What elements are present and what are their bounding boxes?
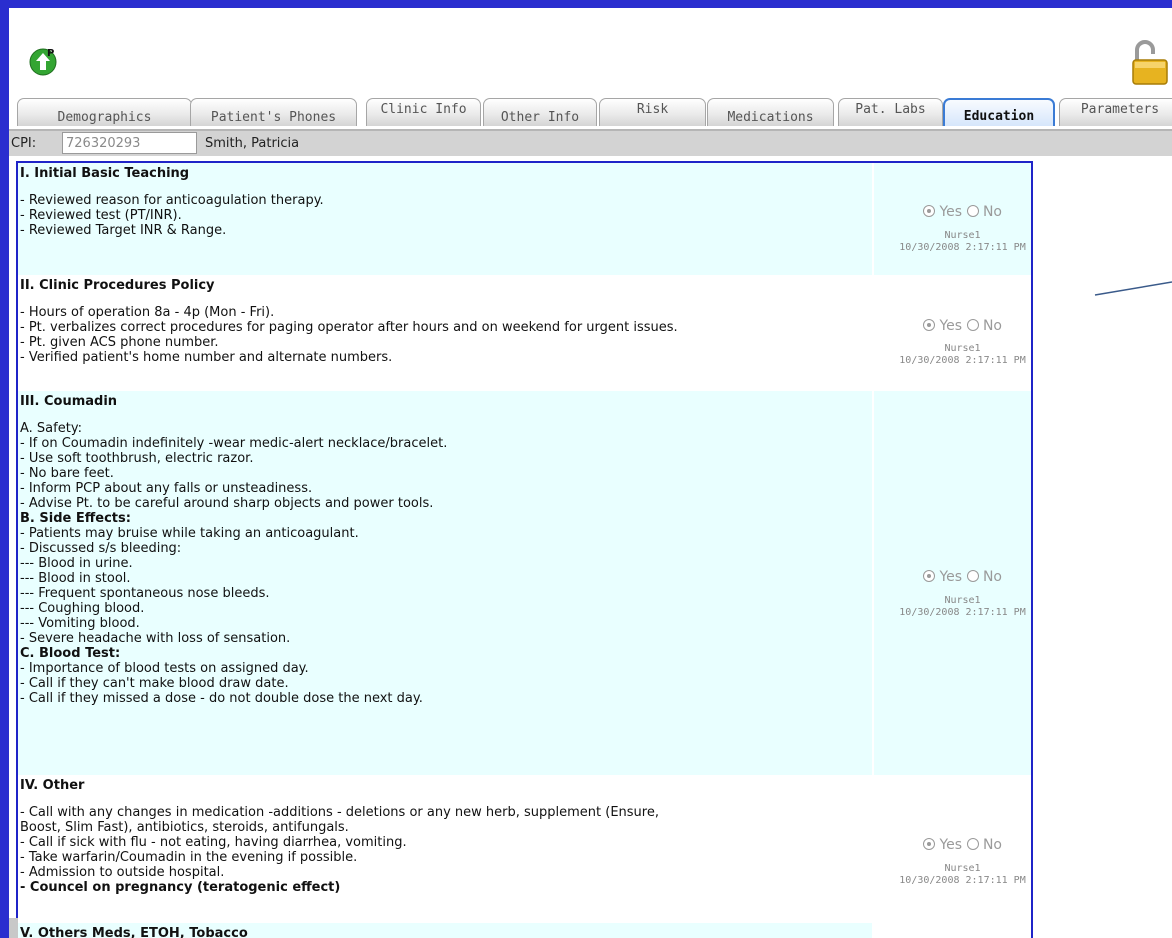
- app-window: P Demographics Patient's Phones Clinic I…: [9, 8, 1172, 938]
- section-title: III. Coumadin: [20, 394, 118, 409]
- section-line: - Use soft toothbrush, electric razor.: [20, 451, 254, 466]
- section-line: - Admission to outside hospital.: [20, 865, 225, 880]
- section-line: - No bare feet.: [20, 466, 114, 481]
- section-line: - Verified patient's home number and alt…: [20, 350, 393, 365]
- completion-timestamp: 10/30/2008 2:17:11 PM: [899, 875, 1026, 886]
- no-radio[interactable]: [966, 838, 979, 850]
- completion-timestamp: 10/30/2008 2:17:11 PM: [899, 355, 1026, 366]
- section-subheading: C. Blood Test:: [20, 646, 121, 661]
- yes-label: Yes: [939, 569, 963, 585]
- completion-status: Yes No Nurse1 10/30/2008 2:17:11 PM: [874, 391, 1031, 775]
- section-line: - Call if they missed a dose - do not do…: [20, 691, 423, 706]
- section-subheading: B. Side Effects:: [20, 511, 131, 526]
- section-line: - Severe headache with loss of sensation…: [20, 631, 291, 646]
- nurse-name: Nurse1: [944, 595, 981, 606]
- education-section-4: IV. Other - Call with any changes in med…: [18, 775, 1031, 923]
- section-line: - Pt. verbalizes correct procedures for …: [20, 320, 678, 335]
- section-line: - Councel on pregnancy (teratogenic effe…: [20, 880, 341, 895]
- no-radio[interactable]: [966, 319, 979, 331]
- section-line: A. Safety:: [20, 421, 82, 436]
- completion-status: [874, 923, 1031, 938]
- no-label: No: [982, 569, 1002, 585]
- section-line: - Inform PCP about any falls or unsteadi…: [20, 481, 313, 496]
- completion-timestamp: 10/30/2008 2:17:11 PM: [899, 607, 1026, 618]
- yes-label: Yes: [939, 318, 963, 334]
- section-line: - Pt. given ACS phone number.: [20, 335, 219, 350]
- education-section-3: III. Coumadin A. Safety: - If on Coumadi…: [18, 391, 1031, 775]
- section-line: --- Frequent spontaneous nose bleeds.: [20, 586, 270, 601]
- yes-radio[interactable]: [922, 319, 935, 331]
- callout-line: [1094, 281, 1172, 296]
- section-line: - Call with any changes in medication -a…: [20, 805, 659, 820]
- education-section-5: V. Others Meds, ETOH, Tobacco: [18, 923, 1031, 938]
- nurse-name: Nurse1: [944, 863, 981, 874]
- section-title: IV. Other: [20, 778, 85, 793]
- section-line: - Advise Pt. to be careful around sharp …: [20, 496, 434, 511]
- yes-radio[interactable]: [922, 570, 935, 582]
- nurse-name: Nurse1: [944, 343, 981, 354]
- no-label: No: [982, 837, 1002, 853]
- section-line: --- Blood in stool.: [20, 571, 131, 586]
- yes-radio[interactable]: [922, 838, 935, 850]
- no-label: No: [982, 318, 1002, 334]
- no-radio[interactable]: [966, 570, 979, 582]
- section-line: - Patients may bruise while taking an an…: [20, 526, 359, 541]
- section-line: - Discussed s/s bleeding:: [20, 541, 182, 556]
- yes-label: Yes: [939, 837, 963, 853]
- section-line: - Call if sick with flu - not eating, ha…: [20, 835, 407, 850]
- section-line: Boost, Slim Fast), antibiotics, steroids…: [20, 820, 349, 835]
- scroll-edge: [9, 918, 18, 938]
- section-line: --- Vomiting blood.: [20, 616, 140, 631]
- section-line: - Take warfarin/Coumadin in the evening …: [20, 850, 358, 865]
- section-line: --- Coughing blood.: [20, 601, 145, 616]
- section-line: - Importance of blood tests on assigned …: [20, 661, 309, 676]
- section-title: V. Others Meds, ETOH, Tobacco: [20, 926, 248, 938]
- section-line: - If on Coumadin indefinitely -wear medi…: [20, 436, 448, 451]
- section-line: --- Blood in urine.: [20, 556, 133, 571]
- section-line: - Call if they can't make blood draw dat…: [20, 676, 289, 691]
- completion-status: Yes No Nurse1 10/30/2008 2:17:11 PM: [874, 775, 1031, 923]
